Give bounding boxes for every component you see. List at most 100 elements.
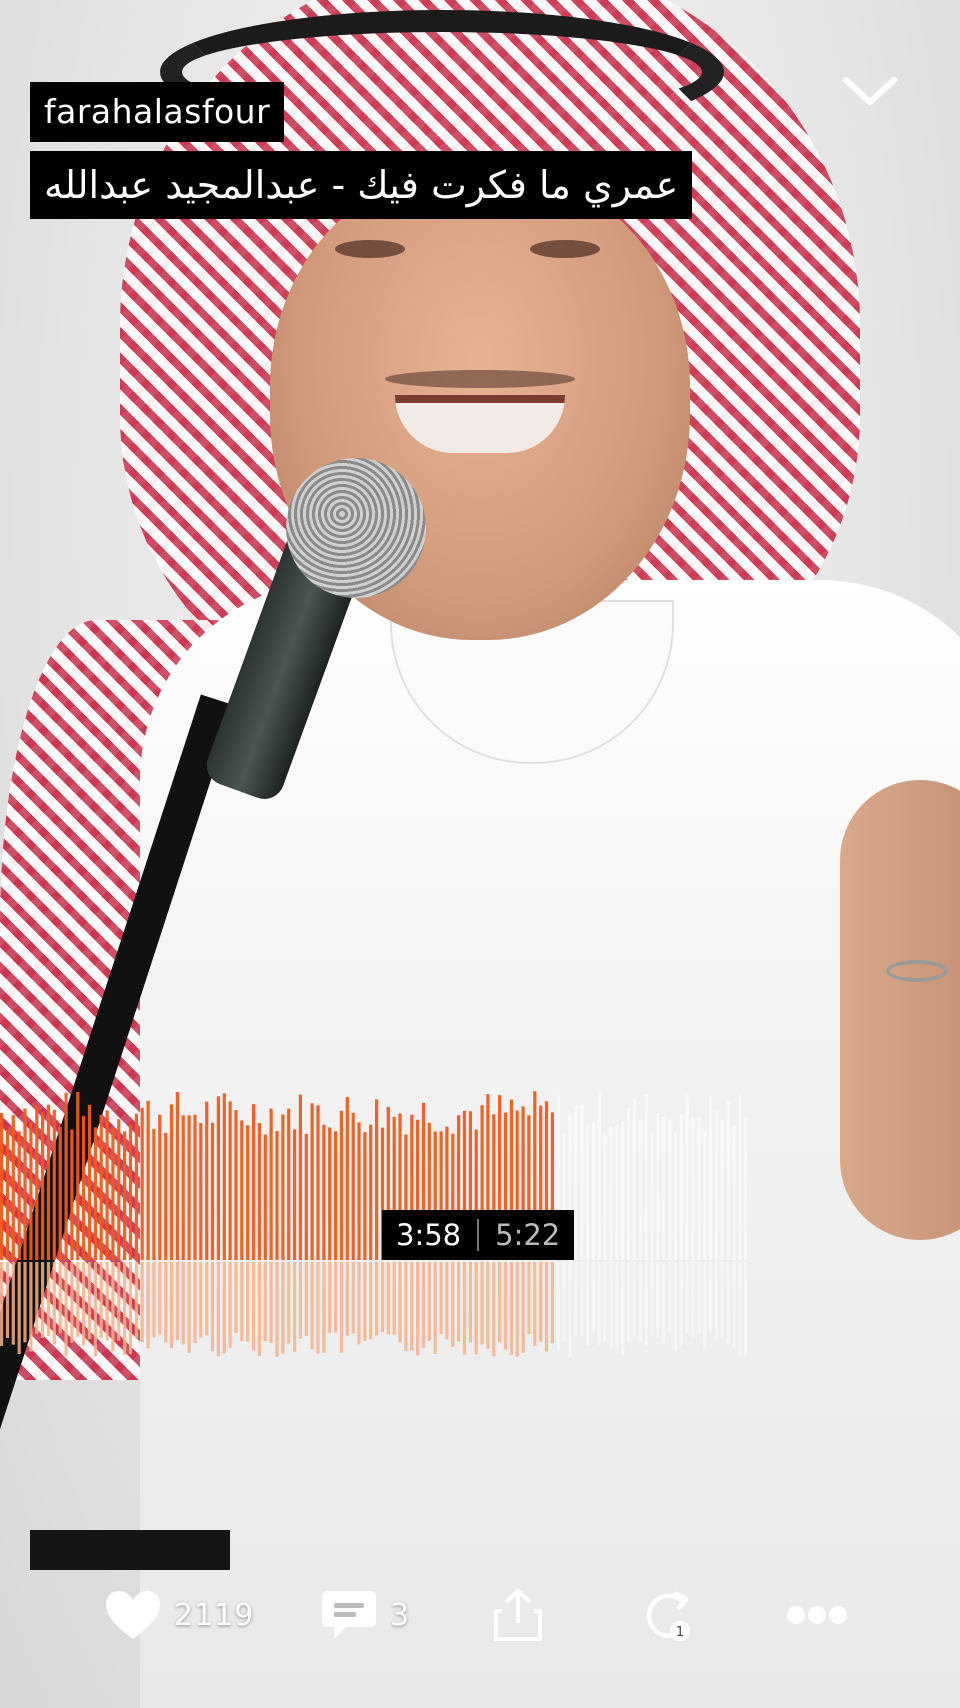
waveform-reflection-played [369,1262,373,1340]
waveform-reflection-unplayed [591,1262,595,1333]
waveform-bar-played [82,1116,86,1260]
waveform-reflection-played [287,1262,291,1344]
waveform-reflection-unplayed [556,1262,560,1350]
waveform-reflection-played [468,1262,472,1343]
waveform-bar-played [158,1114,162,1260]
waveform-reflection-played [99,1262,103,1338]
waveform-reflection-played [158,1262,162,1335]
waveform-bar-played [5,1129,10,1260]
waveform-bar-played [328,1127,332,1260]
waveform-reflection-played [205,1262,209,1336]
waveform-reflection-played [41,1262,45,1338]
comment-button[interactable]: 3 [320,1570,410,1660]
waveform-bar-unplayed [691,1116,695,1260]
waveform-reflection-played [515,1262,519,1357]
waveform-bar-played [70,1129,74,1260]
waveform-reflection-played [134,1262,138,1338]
waveform-reflection-played [380,1262,385,1332]
waveform-reflection-played [11,1262,15,1345]
waveform-reflection-played [275,1262,279,1357]
username-label[interactable]: farahalasfour [30,82,285,142]
waveform-reflection-played [117,1262,121,1341]
share-button[interactable] [492,1570,544,1660]
waveform-reflection-played [246,1262,250,1342]
waveform-reflection-played [363,1262,367,1341]
waveform-reflection-played [58,1262,62,1334]
waveform-bar-played [11,1115,15,1260]
like-count: 2119 [174,1597,255,1633]
waveform-bar-played [345,1097,349,1260]
waveform-reflection-unplayed [627,1262,631,1342]
waveform-reflection-played [398,1262,402,1343]
waveform-bar-played [87,1104,92,1260]
waveform-reflection-unplayed [738,1262,742,1356]
waveform-bar-played [351,1112,355,1260]
waveform-bar-unplayed [714,1110,718,1260]
waveform-bar-played [52,1109,56,1260]
waveform-bar-unplayed [615,1124,619,1260]
waveform-reflection-played [5,1262,10,1339]
waveform-reflection-played [328,1262,332,1333]
waveform-reflection-played [228,1262,232,1348]
waveform-bar-played [304,1133,308,1260]
waveform-reflection-played [521,1262,525,1353]
waveform-reflection-played [421,1262,426,1348]
waveform-bar-played [199,1123,203,1260]
waveform-bar-unplayed [591,1120,595,1260]
artwork-eye [530,240,600,258]
waveform-reflection-played [199,1262,203,1338]
waveform-reflection-played [0,1262,4,1346]
waveform-reflection-played [498,1262,502,1343]
waveform-bar-played [187,1115,191,1260]
waveform-reflection-unplayed [562,1262,566,1342]
waveform-reflection-unplayed [632,1262,636,1337]
waveform-reflection-played [105,1262,109,1341]
waveform-bar-unplayed [709,1096,713,1260]
repost-button[interactable]: 1 [640,1570,698,1660]
waveform-bar-played [117,1119,121,1260]
waveform-bar-played [240,1120,244,1260]
waveform-reflection-played [539,1262,543,1342]
collapse-player-button[interactable] [840,70,900,114]
comment-icon [322,1591,376,1639]
waveform-scrubber[interactable] [0,1090,760,1360]
waveform-bar-played [316,1105,320,1260]
waveform-reflection-played [404,1262,408,1351]
waveform-bar-played [140,1107,144,1260]
action-bar: 2119 3 1 [0,1570,960,1660]
waveform-reflection-played [281,1262,285,1354]
waveform-bar-unplayed [726,1102,730,1260]
waveform-reflection-played [304,1262,308,1336]
waveform-reflection-unplayed [580,1262,584,1337]
waveform-reflection-played [503,1262,508,1350]
waveform-reflection-played [123,1262,127,1356]
waveform-reflection-played [76,1262,80,1337]
waveform-bar-played [164,1132,168,1260]
waveform-reflection-unplayed [703,1262,707,1351]
waveform-bar-played [46,1104,51,1260]
waveform-bar-unplayed [580,1104,584,1260]
waveform-reflection-played [82,1262,86,1346]
artwork-eye [335,240,405,258]
waveform-bar-played [257,1123,261,1260]
waveform-reflection-unplayed [732,1262,736,1348]
waveform-reflection-played [416,1262,420,1356]
more-button[interactable] [786,1570,848,1660]
waveform-bar-unplayed [650,1131,654,1260]
waveform-reflection-unplayed [615,1262,619,1351]
waveform-reflection-played [181,1262,185,1345]
waveform-reflection-played [29,1262,33,1352]
waveform-reflection-played [457,1262,461,1342]
waveform-reflection-played [234,1262,238,1333]
track-artwork [0,0,960,1708]
waveform-reflection-played [345,1262,349,1336]
waveform-reflection-played [70,1262,74,1344]
waveform-bar-played [105,1110,109,1260]
waveform-bar-played [175,1092,179,1260]
waveform-reflection-played [263,1262,267,1341]
waveform-reflection-unplayed [744,1262,748,1356]
waveform-bar-unplayed [732,1124,736,1260]
waveform-reflection-played [298,1262,302,1339]
like-button[interactable]: 2119 [104,1570,254,1660]
waveform-bar-played [64,1092,68,1260]
